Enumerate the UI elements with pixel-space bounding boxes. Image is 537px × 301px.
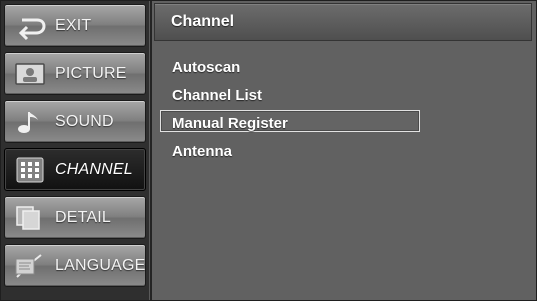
sidebar-item-label: EXIT (55, 16, 92, 34)
panel-header: Channel (154, 3, 532, 41)
sidebar-item-label: SOUND (55, 112, 114, 130)
sidebar-item-channel[interactable]: CHANNEL (4, 148, 146, 191)
language-icon (15, 253, 42, 278)
tv-menu-screen: EXIT PICTURE SOUND CHANNEL DETAIL LANGUA… (0, 0, 537, 301)
sidebar-item-label: DETAIL (55, 208, 112, 226)
option-label: Channel List (172, 87, 263, 104)
main-menu-sidebar: EXIT PICTURE SOUND CHANNEL DETAIL LANGUA… (1, 1, 149, 300)
panel-title: Channel (171, 13, 235, 30)
sidebar-item-detail[interactable]: DETAIL (4, 196, 146, 239)
channel-icon (16, 157, 44, 182)
sidebar-item-language[interactable]: LANGUAGE (4, 244, 146, 287)
option-channel-list[interactable]: Channel List (152, 79, 534, 107)
option-label: Manual Register (172, 115, 288, 132)
option-antenna[interactable]: Antenna (152, 135, 534, 163)
sidebar-item-label: LANGUAGE (55, 256, 146, 274)
option-autoscan[interactable]: Autoscan (152, 51, 534, 79)
channel-panel: Channel Autoscan Channel List Manual Reg… (150, 1, 536, 300)
sound-icon (18, 111, 38, 133)
sidebar-item-picture[interactable]: PICTURE (4, 52, 146, 95)
option-label: Autoscan (172, 59, 241, 76)
sidebar-item-label: PICTURE (55, 64, 127, 82)
sidebar-item-sound[interactable]: SOUND (4, 100, 146, 143)
sidebar-item-label: CHANNEL (55, 160, 133, 178)
sidebar-item-exit[interactable]: EXIT (4, 4, 146, 47)
option-label: Antenna (172, 143, 232, 160)
option-manual-register[interactable]: Manual Register (152, 107, 534, 135)
detail-icon (16, 205, 40, 230)
picture-icon (15, 62, 45, 85)
channel-options-list: Autoscan Channel List Manual Register An… (152, 51, 534, 163)
exit-icon (18, 18, 46, 40)
